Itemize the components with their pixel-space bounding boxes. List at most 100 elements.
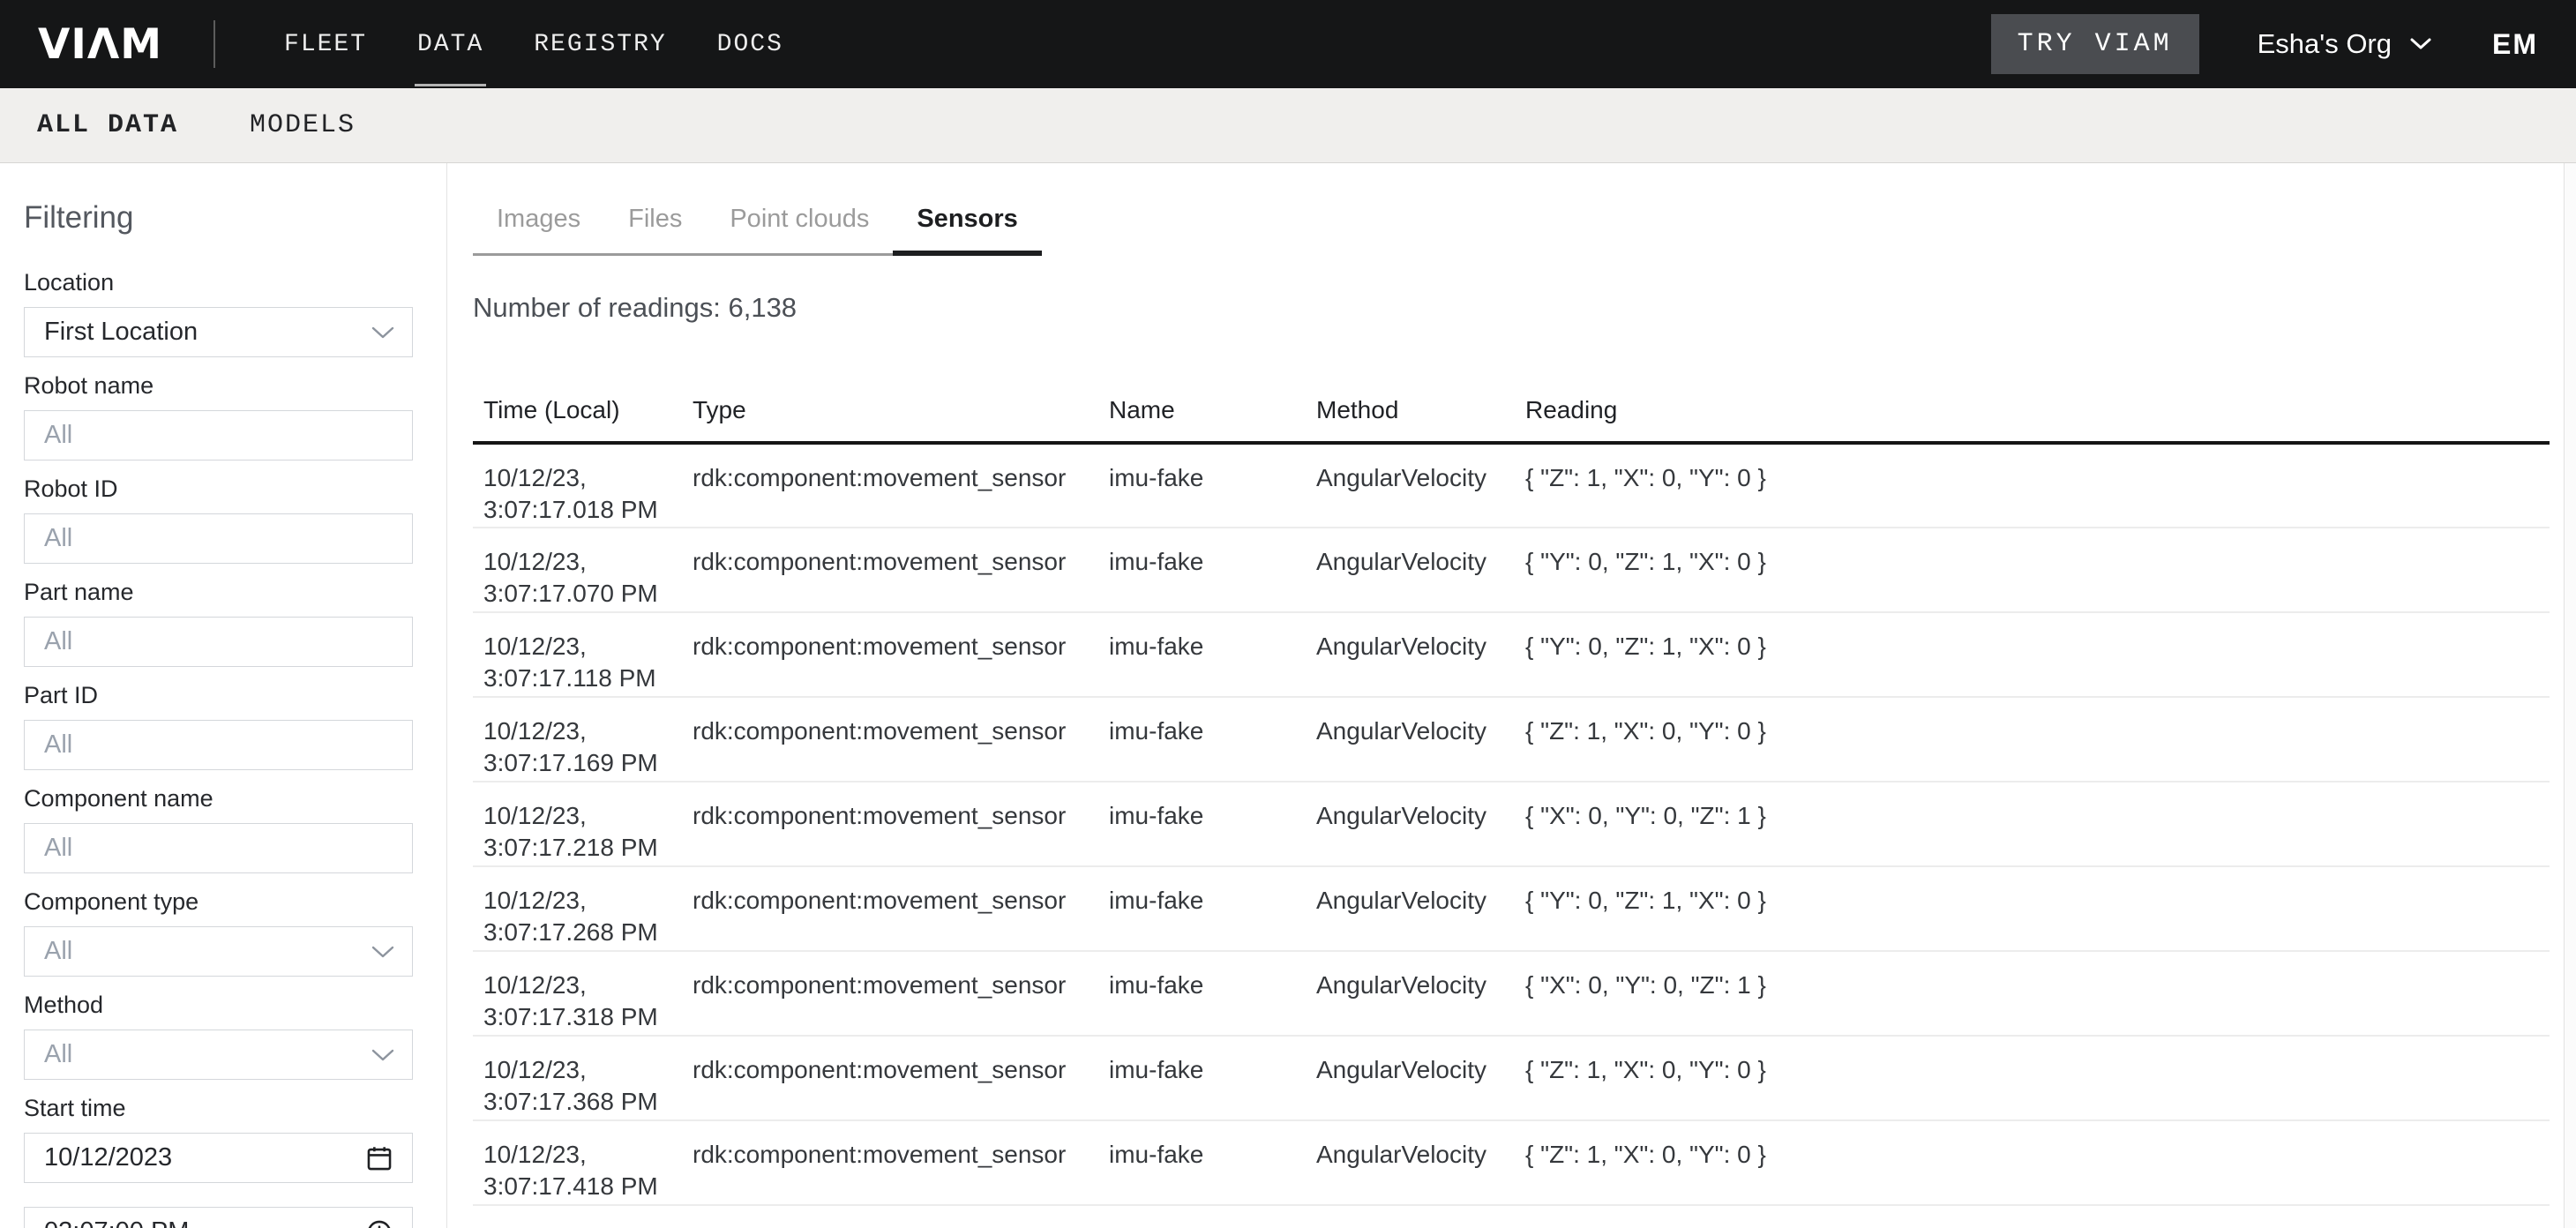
nav-item-registry[interactable]: REGISTRY (534, 22, 666, 67)
cell-time: 10/12/23, 3:07:17.368 PM (473, 1036, 682, 1120)
cell-name: imu-fake (1098, 951, 1306, 1036)
cell-reading: { "Y": 0, "Z": 1, "X": 0 } (1515, 866, 2550, 951)
chevron-down-icon (2409, 37, 2432, 51)
readings-count: Number of readings: 6,138 (473, 291, 2576, 325)
cell-method: AngularVelocity (1306, 528, 1515, 612)
start-date-input[interactable]: 10/12/2023 (24, 1133, 413, 1183)
robot-name-input[interactable] (44, 421, 393, 450)
nav-item-data[interactable]: DATA (417, 22, 483, 67)
org-switcher[interactable]: Esha's Org (2258, 28, 2432, 60)
tab-files[interactable]: Files (604, 204, 706, 256)
chevron-down-icon (371, 945, 394, 959)
cell-type: rdk:component:movement_sensor (682, 951, 1098, 1036)
org-name: Esha's Org (2258, 28, 2392, 60)
cell-reading: { "Z": 1, "X": 0, "Y": 0 } (1515, 697, 2550, 782)
cell-type: rdk:component:movement_sensor (682, 612, 1098, 697)
method-select[interactable]: All (24, 1030, 413, 1080)
main-content: Images Files Point clouds Sensors Number… (447, 163, 2576, 1228)
top-nav-bar: VIΛM FLEET DATA REGISTRY DOCS TRY VIAM E… (0, 0, 2576, 88)
part-id-input[interactable] (44, 730, 393, 760)
filter-part-id: Part ID (24, 681, 413, 770)
cell-time: 10/12/23, 3:07:17.118 PM (473, 612, 682, 697)
tab-models[interactable]: MODELS (250, 110, 356, 140)
part-id-field (24, 720, 413, 770)
start-time-input[interactable]: 03:07:00 PM (24, 1207, 413, 1228)
col-header-name: Name (1098, 374, 1306, 443)
sidebar-title: Filtering (24, 200, 413, 236)
component-type-select[interactable]: All (24, 926, 413, 977)
tab-point-clouds[interactable]: Point clouds (706, 204, 893, 256)
cell-name: imu-fake (1098, 866, 1306, 951)
start-time-label: Start time (24, 1094, 413, 1122)
cell-time: 10/12/23, 3:07:17.418 PM (473, 1120, 682, 1205)
cell-reading: { "X": 0, "Y": 0, "Z": 1 } (1515, 782, 2550, 866)
data-type-tabs: Images Files Point clouds Sensors (473, 204, 1042, 256)
cell-name: imu-fake (1098, 697, 1306, 782)
col-header-type: Type (682, 374, 1098, 443)
vertical-scrollbar[interactable] (2564, 163, 2576, 1228)
cell-time: 10/12/23, 3:07:17.018 PM (473, 443, 682, 528)
robot-name-field (24, 410, 413, 460)
cell-type: rdk:component:movement_sensor (682, 1036, 1098, 1120)
filter-location: Location First Location (24, 268, 413, 357)
table-row: 10/12/23, 3:07:17.368 PM rdk:component:m… (473, 1036, 2550, 1120)
robot-id-label: Robot ID (24, 475, 413, 503)
location-value: First Location (44, 318, 198, 347)
filter-method: Method All (24, 991, 413, 1080)
start-date-value: 10/12/2023 (44, 1143, 172, 1172)
cell-type: rdk:component:movement_sensor (682, 782, 1098, 866)
cell-method: AngularVelocity (1306, 951, 1515, 1036)
table-row: 10/12/23, 3:07:17.169 PM rdk:component:m… (473, 697, 2550, 782)
try-viam-button[interactable]: TRY VIAM (1991, 14, 2199, 74)
cell-name: imu-fake (1098, 782, 1306, 866)
cell-time: 10/12/23, 3:07:17.070 PM (473, 528, 682, 612)
cell-name: imu-fake (1098, 528, 1306, 612)
component-name-input[interactable] (44, 834, 393, 863)
tab-all-data[interactable]: ALL DATA (37, 110, 178, 140)
nav-item-fleet[interactable]: FLEET (284, 22, 367, 67)
table-header-row: Time (Local) Type Name Method Reading (473, 374, 2550, 443)
cell-time: 10/12/23, 3:07:17.318 PM (473, 951, 682, 1036)
filtering-sidebar: Filtering Location First Location Robot … (0, 163, 447, 1228)
cell-method: AngularVelocity (1306, 782, 1515, 866)
cell-time: 10/12/23, 3:07:17.218 PM (473, 782, 682, 866)
cell-type: rdk:component:movement_sensor (682, 443, 1098, 528)
cell-reading: { "Z": 1, "X": 0, "Y": 0 } (1515, 1036, 2550, 1120)
component-name-field (24, 823, 413, 873)
page-body: Filtering Location First Location Robot … (0, 163, 2576, 1228)
robot-name-label: Robot name (24, 371, 413, 400)
cell-reading: { "Y": 0, "Z": 1, "X": 0 } (1515, 528, 2550, 612)
cell-reading: { "Z": 1, "X": 0, "Y": 0 } (1515, 443, 2550, 528)
calendar-icon[interactable] (364, 1143, 394, 1173)
component-type-label: Component type (24, 887, 413, 916)
part-name-input[interactable] (44, 627, 393, 656)
cell-reading: { "Z": 1, "X": 0, "Y": 0 } (1515, 1120, 2550, 1205)
col-header-method: Method (1306, 374, 1515, 443)
cell-method: AngularVelocity (1306, 443, 1515, 528)
nav-item-docs[interactable]: DOCS (717, 22, 783, 67)
table-row: 10/12/23, 3:07:17.268 PM rdk:component:m… (473, 866, 2550, 951)
tab-images[interactable]: Images (473, 204, 604, 256)
cell-type: rdk:component:movement_sensor (682, 866, 1098, 951)
tab-sensors[interactable]: Sensors (893, 204, 1041, 256)
clock-icon[interactable] (364, 1217, 394, 1228)
cell-time: 10/12/23, 3:07:17.268 PM (473, 866, 682, 951)
cell-name: imu-fake (1098, 1036, 1306, 1120)
cell-type: rdk:component:movement_sensor (682, 528, 1098, 612)
component-name-label: Component name (24, 784, 413, 812)
viam-logo[interactable]: VIΛM (38, 20, 162, 69)
part-id-label: Part ID (24, 681, 413, 709)
user-avatar[interactable]: EM (2492, 28, 2538, 61)
nav-divider (213, 20, 215, 68)
cell-name: imu-fake (1098, 612, 1306, 697)
part-name-field (24, 617, 413, 667)
col-header-time: Time (Local) (473, 374, 682, 443)
location-select[interactable]: First Location (24, 307, 413, 357)
cell-method: AngularVelocity (1306, 866, 1515, 951)
robot-id-input[interactable] (44, 524, 393, 553)
cell-reading: { "Y": 0, "Z": 1, "X": 0 } (1515, 612, 2550, 697)
top-nav-right: TRY VIAM Esha's Org EM (1991, 14, 2576, 74)
cell-name: imu-fake (1098, 443, 1306, 528)
table-row: 10/12/23, 3:07:17.070 PM rdk:component:m… (473, 528, 2550, 612)
chevron-down-icon (371, 326, 394, 340)
